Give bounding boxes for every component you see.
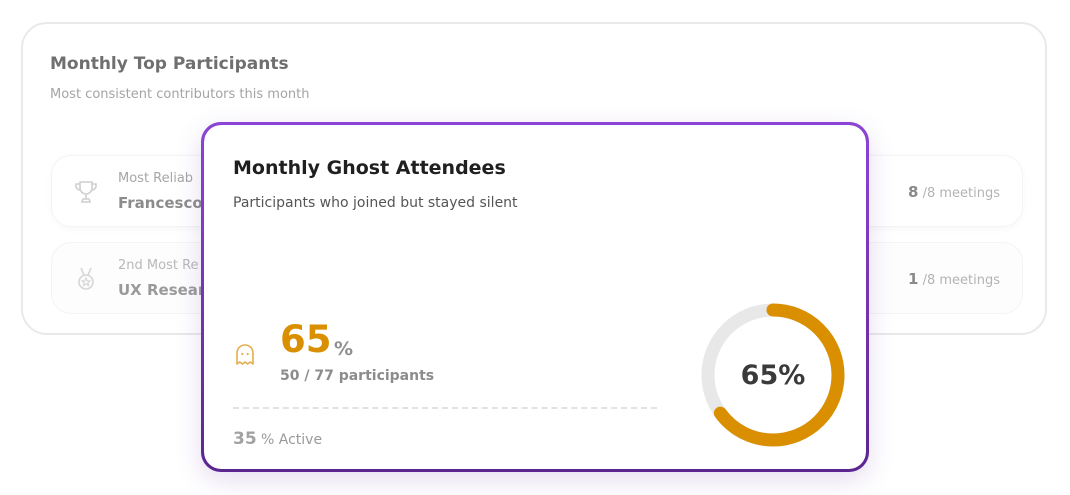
top-participants-title: Monthly Top Participants (50, 54, 289, 74)
divider (233, 407, 657, 409)
rank-label: Most Reliab (118, 171, 194, 186)
active-percentage: 35 (233, 429, 257, 449)
ghost-percentage: 65 (280, 318, 332, 361)
trophy-icon (75, 181, 97, 203)
ghost-icon (236, 344, 254, 365)
medal-icon (78, 267, 94, 290)
meeting-count: 1 /8 meetings (908, 270, 1000, 288)
meeting-count-value: 1 (908, 270, 919, 288)
ghost-attendees-title: Monthly Ghost Attendees (233, 157, 506, 179)
active-label: % Active (261, 432, 323, 448)
top-participants-subtitle: Most consistent contributors this month (50, 87, 310, 102)
meeting-count-suffix: /8 meetings (918, 186, 1000, 201)
meeting-count: 8 /8 meetings (908, 183, 1000, 201)
ghost-attendees-card[interactable]: Monthly Ghost Attendees Participants who… (201, 122, 869, 472)
meeting-count-suffix: /8 meetings (918, 273, 1000, 288)
meeting-count-value: 8 (908, 183, 919, 201)
ghost-participant-count: 50 / 77 participants (280, 368, 435, 384)
ghost-attendees-subtitle: Participants who joined but stayed silen… (233, 195, 518, 211)
rank-label: 2nd Most Re (118, 258, 199, 273)
donut-percentage-label: 65% (740, 359, 806, 391)
participant-name: Francesco (118, 194, 203, 212)
participant-name: UX Resear (118, 281, 206, 299)
ghost-percentage-unit: % (334, 338, 354, 360)
